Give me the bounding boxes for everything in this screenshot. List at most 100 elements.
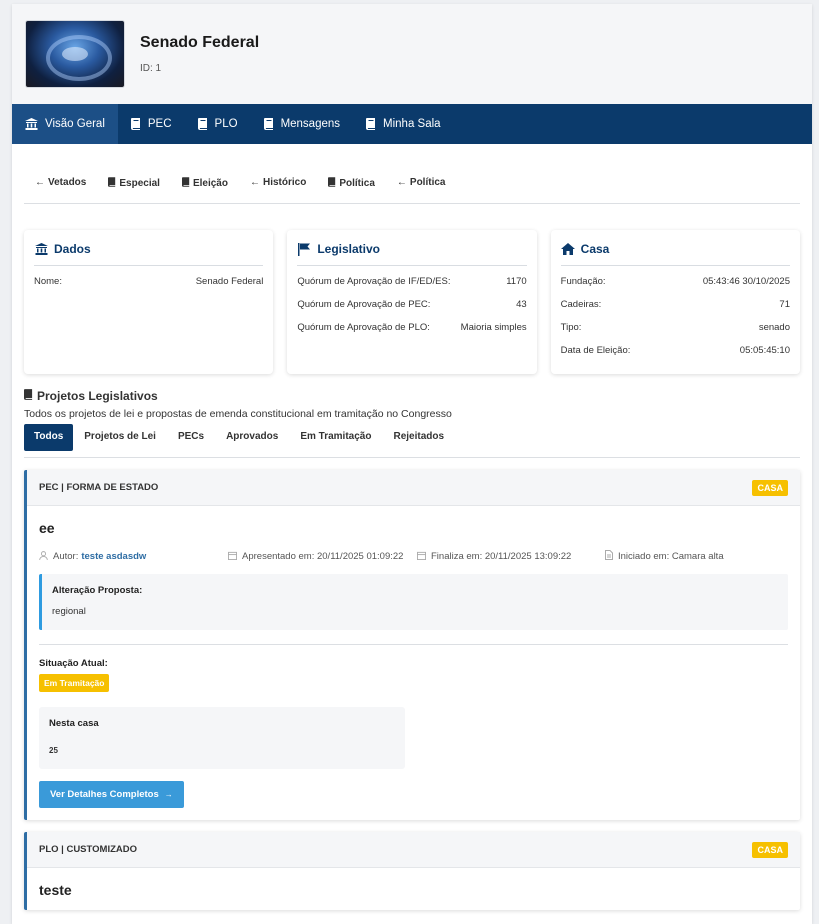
card-casa: Casa Fundação: 05:43:46 30/10/2025 Cadei…: [550, 230, 800, 374]
project-type: PLO | CUSTOMIZADO: [39, 844, 138, 855]
projects-section-description: Todos os projetos de lei e propostas de …: [24, 408, 452, 420]
tab-mensagens[interactable]: Mensagens: [251, 104, 353, 144]
bank-icon: [25, 118, 38, 130]
kv-row: Fundação: 05:43:46 30/10/2025: [561, 276, 790, 287]
presented-date: Apresentado em: 20/11/2025 01:09:22: [242, 550, 404, 562]
house-label: Nesta casa: [49, 718, 99, 729]
kv-value: 05:43:46 30/10/2025: [702, 276, 790, 287]
subnav-label: Especial: [119, 178, 160, 189]
filter-projetos-de-lei[interactable]: Projetos de Lei: [73, 424, 167, 450]
document-icon: [605, 550, 613, 562]
house-id: ID: 1: [140, 63, 162, 74]
main-navbar: Visão Geral PEC PLO Mensagens Minha Sala: [12, 104, 812, 144]
kv-value: 1170: [506, 276, 527, 287]
subnav-label: Histórico: [262, 177, 307, 188]
proposal-label: Alteração Proposta:: [52, 585, 143, 596]
author-meta: Autor: teste asdasdw: [39, 550, 228, 562]
arrow-right-icon: →: [164, 790, 173, 799]
subnav-label: Eleição: [192, 178, 228, 189]
card-title: Dados: [34, 242, 264, 266]
bank-icon: [34, 243, 48, 256]
card-title: Legislativo: [297, 242, 527, 266]
book-icon: [181, 177, 190, 190]
filter-todos[interactable]: Todos: [24, 424, 74, 451]
tab-label: Visão Geral: [45, 118, 105, 130]
info-cards: Dados Nome: Senado Federal Legislativo Q…: [24, 230, 800, 374]
card-title-text: Legislativo: [317, 242, 381, 256]
kv-key: Tipo:: [560, 322, 582, 333]
kv-key: Quórum de Aprovação de PEC:: [297, 299, 431, 310]
kv-value: senado: [758, 322, 790, 333]
status-badge: Em Tramitação: [39, 674, 110, 692]
filter-rejeitados[interactable]: Rejeitados: [382, 424, 455, 450]
filter-em-tramitacao[interactable]: Em Tramitação: [289, 424, 382, 450]
calendar-icon: [228, 551, 237, 562]
project-card: PEC | FORMA DE ESTADO CASA ee Autor: tes…: [24, 470, 800, 820]
tab-plo[interactable]: PLO: [185, 104, 251, 144]
subnav-especial[interactable]: Especial: [97, 177, 171, 190]
subnav-label: Política: [409, 177, 446, 188]
book-icon: [366, 118, 376, 130]
project-filters: Todos Projetos de Lei PECs Aprovados Em …: [24, 424, 800, 458]
kv-value: 71: [779, 299, 790, 310]
card-dados: Dados Nome: Senado Federal: [24, 230, 274, 374]
arrow-left-icon: ←: [35, 177, 45, 188]
card-title-text: Casa: [580, 242, 610, 256]
house-photo: [26, 21, 124, 87]
kv-key: Quórum de Aprovação de IF/ED/ES:: [297, 276, 451, 287]
tab-minha-sala[interactable]: Minha Sala: [353, 104, 454, 144]
kv-value: 05:05:45:10: [739, 345, 790, 356]
details-button-label: Ver Detalhes Completos: [50, 789, 159, 800]
subnav-politica-2[interactable]: ← Política: [386, 177, 457, 188]
kv-key: Data de Eleição:: [560, 345, 631, 356]
details-button[interactable]: Ver Detalhes Completos →: [39, 781, 184, 808]
started-text: Iniciado em: Camara alta: [618, 550, 724, 562]
house-header: Senado Federal ID: 1: [12, 4, 812, 104]
ends-date: Finaliza em: 20/11/2025 13:09:22: [431, 550, 572, 562]
kv-row: Data de Eleição: 05:05:45:10: [561, 345, 790, 356]
subnav-historico[interactable]: ← Histórico: [239, 177, 317, 188]
kv-key: Nome:: [34, 276, 62, 287]
proposal-box: Alteração Proposta: regional: [39, 574, 788, 630]
author-label: Autor:: [53, 550, 79, 562]
tab-label: PLO: [214, 118, 238, 130]
project-title: teste: [39, 882, 72, 898]
card-title-text: Dados: [54, 242, 91, 256]
book-icon: [197, 118, 208, 130]
kv-row: Quórum de Aprovação de PLO: Maioria simp…: [297, 322, 526, 333]
project-card-header: PLO | CUSTOMIZADO CASA: [27, 832, 800, 868]
tab-pec[interactable]: PEC: [118, 104, 185, 144]
proposal-value: regional: [52, 606, 86, 617]
home-icon: [560, 243, 575, 256]
user-icon: [39, 550, 48, 562]
kv-row: Cadeiras: 71: [561, 299, 790, 310]
book-icon: [263, 118, 274, 130]
subnav-vetados[interactable]: ← Vetados: [24, 177, 97, 188]
house-title: Senado Federal: [140, 34, 260, 51]
book-icon: [328, 177, 336, 190]
subnav-politica[interactable]: Política: [317, 177, 386, 190]
started-meta: Iniciado em: Camara alta: [605, 550, 724, 562]
kv-row: Tipo: senado: [561, 322, 790, 333]
filter-aprovados[interactable]: Aprovados: [215, 424, 289, 450]
tab-label: Minha Sala: [383, 118, 441, 130]
house-box: Nesta casa 25: [39, 707, 405, 769]
book-icon: [130, 118, 141, 130]
filter-pecs[interactable]: PECs: [167, 424, 215, 450]
page: Senado Federal ID: 1 Visão Geral PEC PLO…: [12, 4, 812, 924]
tab-label: PEC: [147, 118, 172, 130]
house-value: 25: [49, 746, 58, 755]
kv-row: Nome: Senado Federal: [34, 276, 263, 287]
subnav-label: Vetados: [48, 177, 87, 188]
author-link[interactable]: teste asdasdw: [81, 551, 146, 562]
kv-row: Quórum de Aprovação de PEC: 43: [297, 299, 526, 310]
flag-icon: [297, 242, 311, 256]
projects-section-title: Projetos Legislativos: [24, 389, 800, 403]
subnav-label: Política: [339, 178, 375, 189]
divider: [39, 644, 788, 645]
sub-navigation: ← Vetados Especial Eleição ← Histórico P…: [24, 177, 800, 204]
project-card-header: PEC | FORMA DE ESTADO CASA: [27, 470, 800, 506]
subnav-eleicao[interactable]: Eleição: [171, 177, 239, 190]
tab-visao-geral[interactable]: Visão Geral: [12, 104, 118, 144]
project-card-body: ee Autor: teste asdasdw Apresentado em: …: [27, 506, 800, 820]
